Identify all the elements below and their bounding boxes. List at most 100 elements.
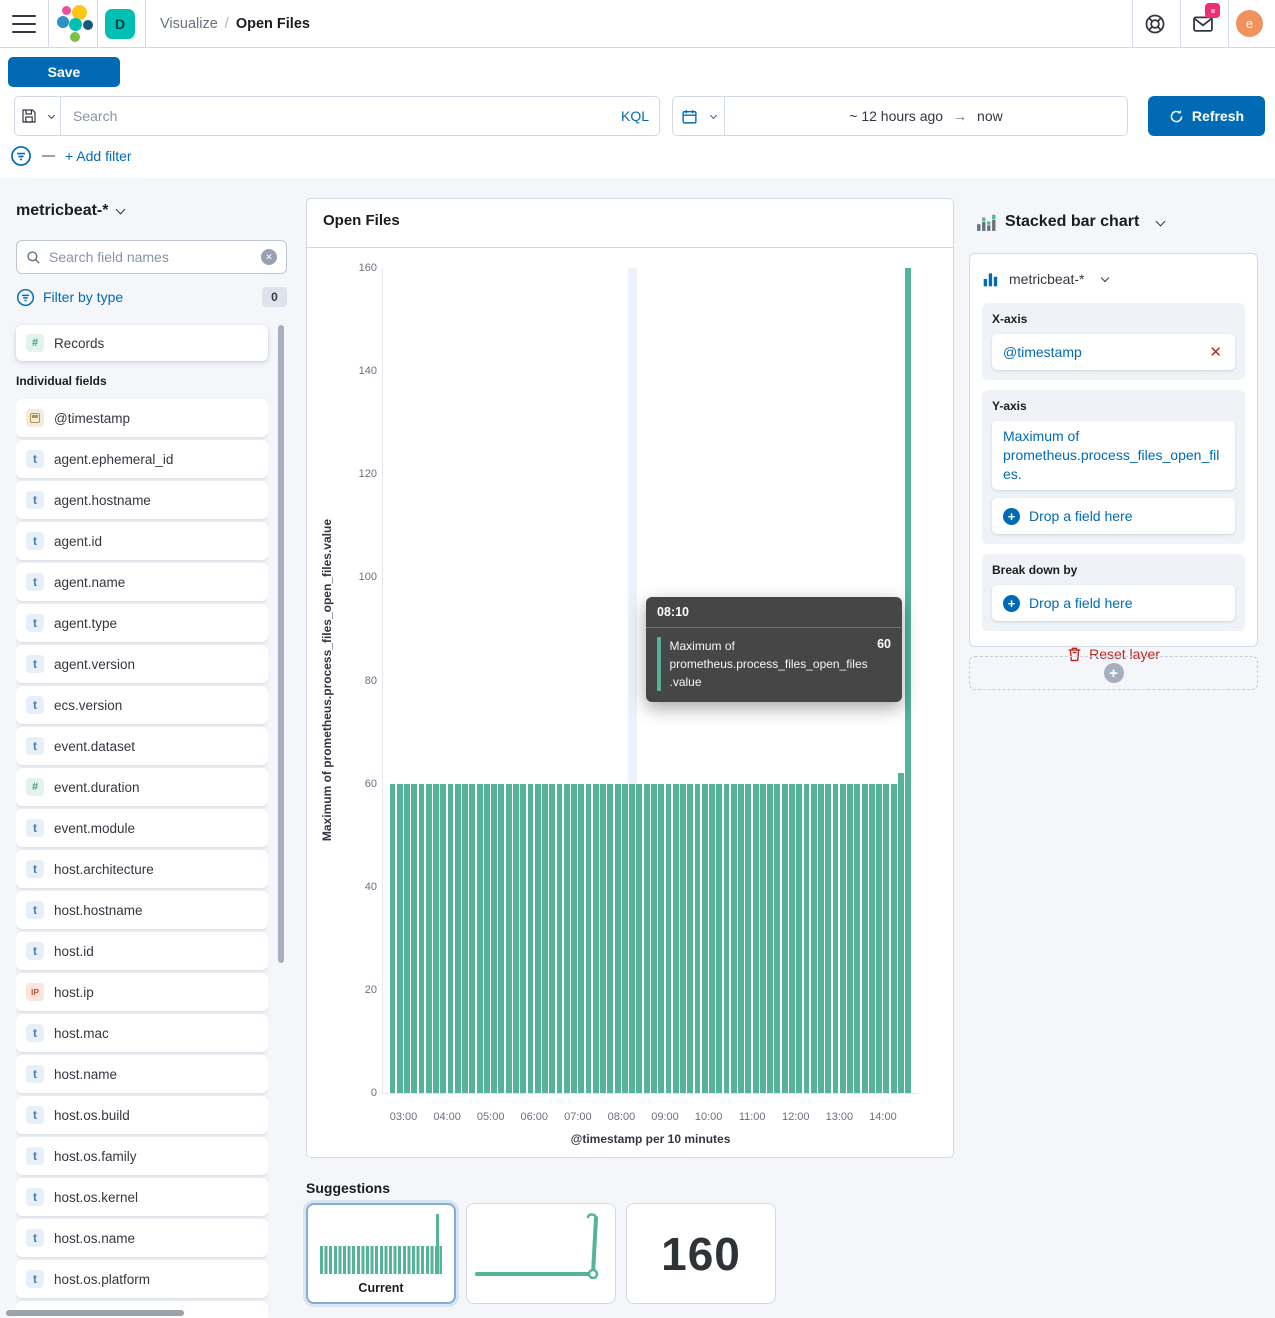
suggestion-line-chart[interactable] bbox=[466, 1203, 616, 1304]
string-type-icon: t bbox=[26, 696, 44, 714]
panel-title: Open Files bbox=[323, 212, 400, 229]
bar bbox=[782, 784, 788, 1093]
bar bbox=[433, 784, 439, 1093]
y-tick-label: 80 bbox=[365, 675, 377, 687]
breadcrumb-visualize[interactable]: Visualize bbox=[160, 16, 218, 32]
time-range[interactable]: ~ 12 hours ago → now bbox=[725, 97, 1127, 135]
field-item[interactable]: thost.name bbox=[16, 1055, 268, 1093]
field-item[interactable]: thost.os.name bbox=[16, 1219, 268, 1257]
bar bbox=[702, 784, 708, 1093]
bar bbox=[847, 784, 853, 1093]
plus-circle-icon bbox=[1104, 663, 1124, 683]
field-item[interactable]: thost.mac bbox=[16, 1014, 268, 1052]
y-axis-title: Maximum of prometheus.process_files_open… bbox=[320, 519, 334, 841]
field-item[interactable]: tagent.id bbox=[16, 522, 268, 560]
bar bbox=[738, 784, 744, 1093]
bar bbox=[796, 784, 802, 1093]
string-type-icon: t bbox=[26, 655, 44, 673]
breakdown-drop-target[interactable]: Drop a field here bbox=[992, 585, 1235, 621]
filter-icon[interactable] bbox=[10, 145, 32, 167]
field-search-input[interactable] bbox=[49, 249, 253, 265]
line-chart-thumbnail bbox=[467, 1204, 613, 1301]
tooltip-value: 60 bbox=[877, 637, 891, 691]
chart-type-switcher[interactable]: Stacked bar chart bbox=[976, 212, 1164, 232]
filter-icon bbox=[16, 288, 35, 307]
field-item[interactable]: @timestamp bbox=[16, 399, 268, 437]
bar bbox=[629, 784, 635, 1093]
elastic-logo[interactable] bbox=[56, 5, 94, 43]
suggestion-current[interactable]: Current bbox=[306, 1203, 456, 1304]
bar bbox=[905, 268, 911, 1093]
field-label: event.dataset bbox=[54, 739, 135, 754]
bar bbox=[840, 784, 846, 1093]
bar bbox=[731, 784, 737, 1093]
clear-search-icon[interactable] bbox=[261, 249, 277, 265]
field-item[interactable]: thost.id bbox=[16, 932, 268, 970]
bar bbox=[666, 784, 672, 1093]
field-item[interactable]: thost.os.platform bbox=[16, 1260, 268, 1298]
field-item[interactable]: tecs.version bbox=[16, 686, 268, 724]
notification-badge bbox=[1205, 3, 1220, 18]
add-layer-button[interactable] bbox=[969, 656, 1258, 690]
field-item[interactable]: thost.os.family bbox=[16, 1137, 268, 1175]
breakdown-group: Break down by Drop a field here bbox=[982, 554, 1245, 631]
filter-by-type-button[interactable]: Filter by type bbox=[43, 289, 254, 305]
search-input[interactable] bbox=[61, 97, 611, 135]
tooltip-series-label: Maximum of prometheus.process_files_open… bbox=[670, 637, 869, 691]
number-type-icon: # bbox=[26, 778, 44, 796]
chevron-down-icon bbox=[48, 111, 55, 118]
string-type-icon: t bbox=[26, 614, 44, 632]
current-label: Current bbox=[308, 1281, 454, 1295]
refresh-label: Refresh bbox=[1192, 108, 1244, 124]
records-field[interactable]: # Records bbox=[16, 325, 268, 361]
y-axis-dimension[interactable]: Maximum of prometheus.process_files_open… bbox=[992, 421, 1235, 490]
bar bbox=[411, 784, 417, 1093]
y-axis-group: Y-axis Maximum of prometheus.process_fil… bbox=[982, 390, 1245, 544]
menu-icon[interactable] bbox=[12, 13, 36, 35]
field-item[interactable]: # event.duration bbox=[16, 768, 268, 806]
field-item[interactable]: thost.os.build bbox=[16, 1096, 268, 1134]
layer-source-row[interactable]: metricbeat-* bbox=[982, 265, 1245, 293]
arrow-right-icon: → bbox=[953, 108, 967, 124]
layer-source-label: metricbeat-* bbox=[1009, 271, 1084, 287]
bar bbox=[506, 784, 512, 1093]
remove-dimension-icon[interactable]: ✕ bbox=[1207, 343, 1224, 361]
help-button[interactable] bbox=[1142, 11, 1168, 37]
field-item[interactable]: thost.os.kernel bbox=[16, 1178, 268, 1216]
bar-spike bbox=[436, 1214, 439, 1274]
save-button[interactable]: Save bbox=[8, 57, 120, 87]
bar bbox=[520, 784, 526, 1093]
y-axis-drop-target[interactable]: Drop a field here bbox=[992, 498, 1235, 534]
stacked-bar-chart-icon bbox=[976, 212, 996, 232]
field-item[interactable]: thost.architecture bbox=[16, 850, 268, 888]
horizontal-scrollbar[interactable] bbox=[6, 1310, 184, 1316]
saved-query-menu-button[interactable] bbox=[15, 97, 61, 135]
x-axis-dimension[interactable]: @timestamp ✕ bbox=[992, 334, 1235, 370]
quick-select-button[interactable] bbox=[673, 97, 725, 135]
time-from[interactable]: ~ 12 hours ago bbox=[849, 108, 943, 124]
add-filter-button[interactable]: + Add filter bbox=[65, 148, 132, 164]
field-item[interactable]: IPhost.ip bbox=[16, 973, 268, 1011]
field-item[interactable]: tagent.version bbox=[16, 645, 268, 683]
field-label: event.duration bbox=[54, 780, 140, 795]
vertical-scrollbar[interactable] bbox=[278, 325, 284, 963]
refresh-button[interactable]: Refresh bbox=[1148, 96, 1265, 136]
field-item[interactable]: tagent.type bbox=[16, 604, 268, 642]
bar bbox=[687, 784, 693, 1093]
space-avatar[interactable]: D bbox=[105, 9, 135, 39]
field-item[interactable]: tagent.name bbox=[16, 563, 268, 601]
suggestion-metric[interactable]: 160 bbox=[626, 1203, 776, 1304]
x-tick-label: 09:00 bbox=[651, 1111, 679, 1123]
bar bbox=[709, 784, 715, 1093]
time-to[interactable]: now bbox=[977, 108, 1003, 124]
field-item[interactable]: tevent.dataset bbox=[16, 727, 268, 765]
kql-language-button[interactable]: KQL bbox=[611, 97, 659, 135]
user-avatar[interactable]: e bbox=[1236, 10, 1263, 37]
field-item[interactable]: tagent.hostname bbox=[16, 481, 268, 519]
field-item[interactable]: tagent.ephemeral_id bbox=[16, 440, 268, 478]
field-search-box bbox=[16, 240, 287, 274]
field-item[interactable]: thost.hostname bbox=[16, 891, 268, 929]
drop-field-label: Drop a field here bbox=[1029, 595, 1133, 611]
field-item[interactable]: tevent.module bbox=[16, 809, 268, 847]
index-pattern-switcher[interactable]: metricbeat-* bbox=[16, 202, 124, 220]
